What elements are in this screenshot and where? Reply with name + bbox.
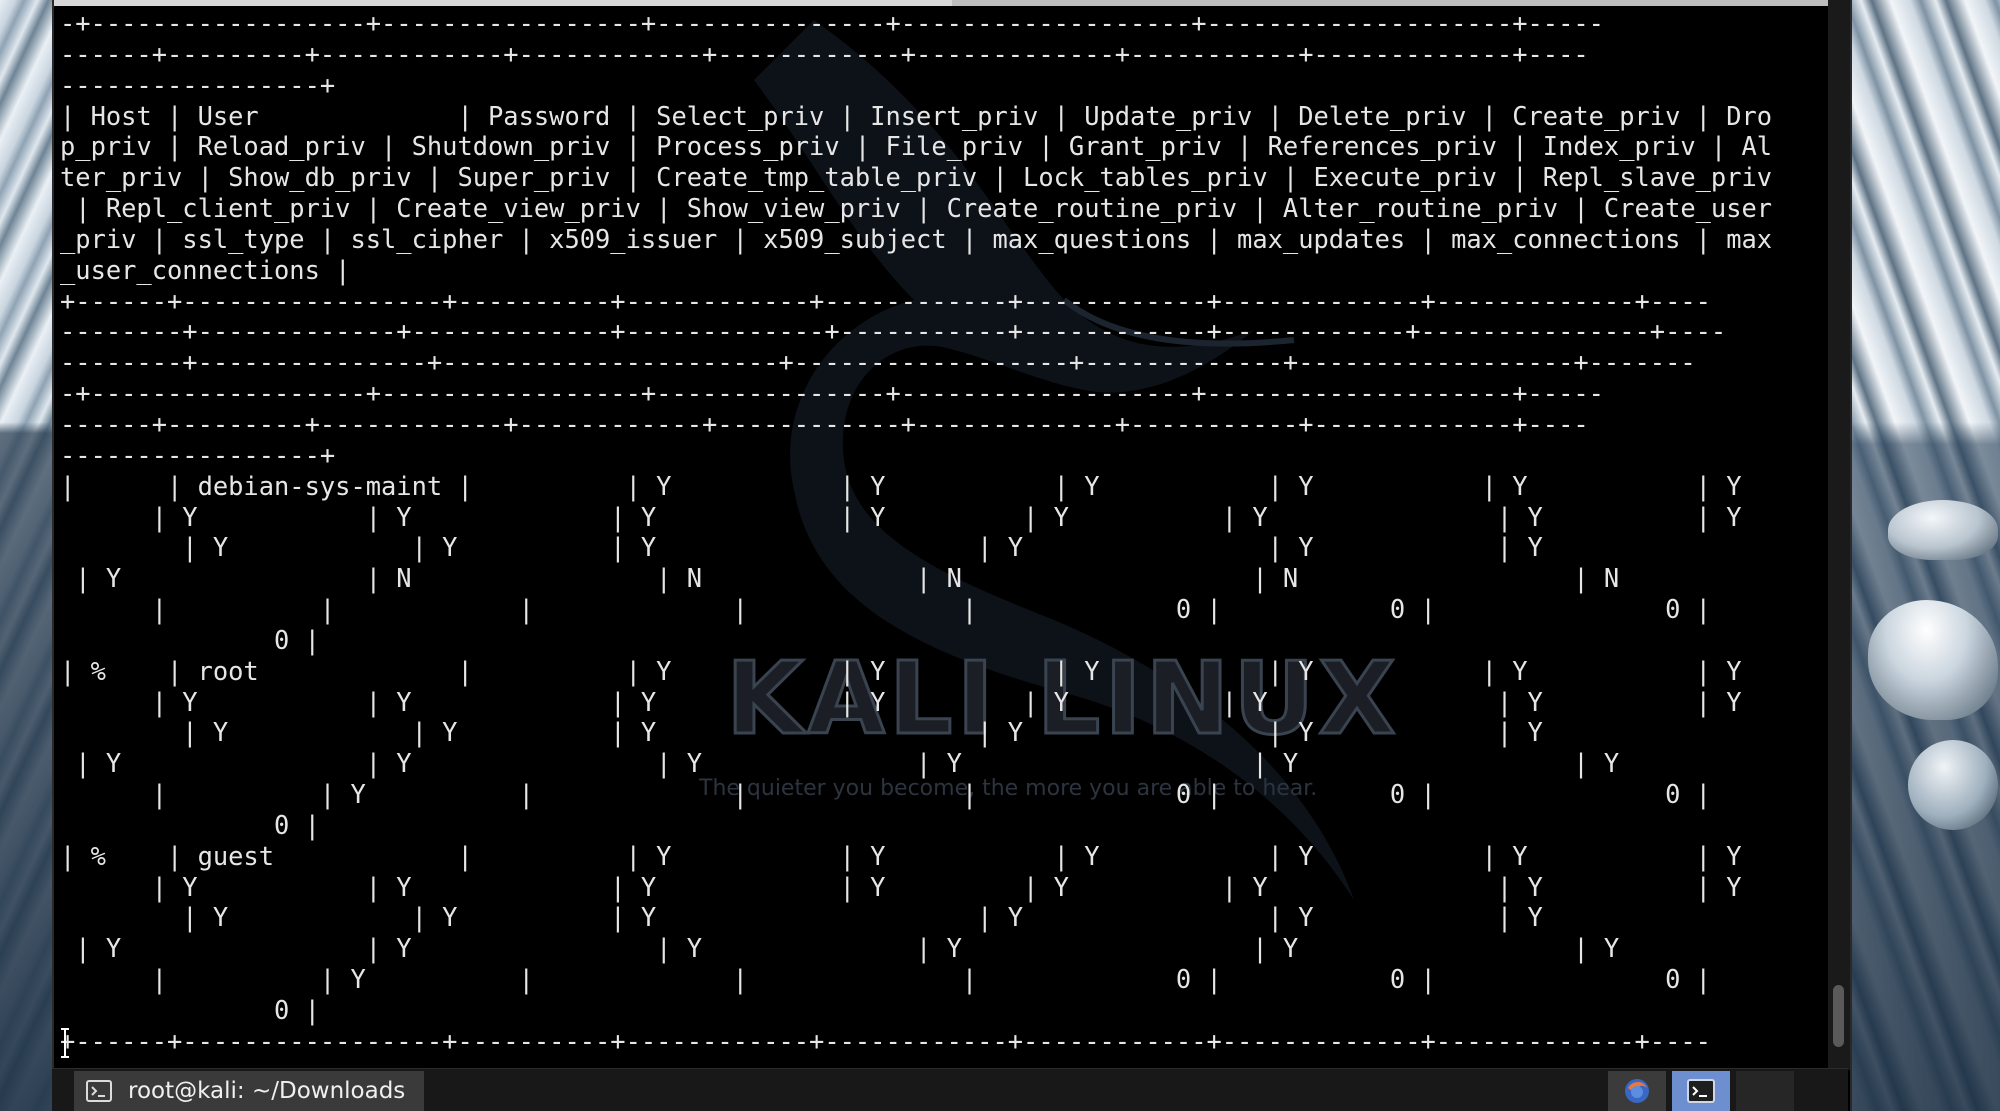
tray-empty-slot bbox=[1736, 1071, 1794, 1111]
terminal-line: -----------------+ bbox=[60, 439, 336, 470]
desktop-wallpaper-right bbox=[1848, 0, 2000, 1111]
terminal-line: --------+---------------+---------------… bbox=[60, 347, 1696, 378]
terminal-line: | | debian-sys-maint | | Y | Y | Y | Y |… bbox=[60, 470, 1742, 501]
terminal-line: 0 | bbox=[60, 995, 320, 1025]
terminal-line: | Y | Y | Y | Y | Y | Y bbox=[60, 748, 1620, 779]
terminal-line: | Y | Y | Y | Y | Y | Y | Y | Y bbox=[60, 871, 1742, 902]
terminal-line: +------+-----------------+----------+---… bbox=[60, 1025, 1711, 1056]
terminal-line: | Host | User | Password | Select_priv |… bbox=[60, 100, 1773, 131]
desktop: KALI LINUX The quieter you become, the m… bbox=[0, 0, 2000, 1111]
terminal-window[interactable]: KALI LINUX The quieter you become, the m… bbox=[52, 0, 1852, 1111]
terminal-line: | Y | Y | Y | Y | Y | Y | Y | Y bbox=[60, 501, 1742, 532]
browser-launcher[interactable] bbox=[1608, 1071, 1666, 1111]
terminal-line: 0 | bbox=[60, 809, 320, 840]
taskbar: root@kali: ~/Downloads bbox=[52, 1068, 1848, 1111]
terminal-line: --------+-------------+-------------+---… bbox=[60, 316, 1727, 347]
system-tray bbox=[1608, 1071, 1794, 1111]
terminal-line: _user_connections | bbox=[60, 254, 351, 285]
taskbar-window-title: root@kali: ~/Downloads bbox=[128, 1078, 406, 1104]
terminal-line: | Repl_client_priv | Create_view_priv | … bbox=[60, 193, 1773, 224]
terminal-tray-icon bbox=[1687, 1079, 1715, 1103]
terminal-line: -----------------+ bbox=[60, 69, 336, 100]
terminal-line: | | | | | 0 | 0 | 0 | bbox=[60, 594, 1711, 625]
terminal-line: p_priv | Reload_priv | Shutdown_priv | P… bbox=[60, 131, 1773, 162]
terminal-launcher[interactable] bbox=[1672, 1071, 1730, 1111]
terminal-line: -+------------------+-----------------+-… bbox=[60, 378, 1604, 409]
terminal-line: +------+-----------------+----------+---… bbox=[60, 285, 1711, 316]
taskbar-window-button[interactable]: root@kali: ~/Downloads bbox=[74, 1071, 424, 1111]
desktop-wallpaper-left bbox=[0, 0, 58, 1111]
terminal-scrollbar[interactable] bbox=[1828, 0, 1850, 1070]
terminal-line: | | Y | | | 0 | 0 | 0 | bbox=[60, 964, 1711, 995]
terminal-line: | % | guest | | Y | Y | Y | Y | Y | Y bbox=[60, 840, 1742, 871]
text-cursor-icon bbox=[61, 1028, 69, 1058]
browser-icon bbox=[1625, 1079, 1649, 1103]
terminal-line: | Y | Y | Y | Y | Y | Y bbox=[60, 902, 1543, 933]
terminal-line: | | Y | | | 0 | 0 | 0 | bbox=[60, 779, 1711, 810]
terminal-line: 0 | bbox=[60, 624, 320, 655]
terminal-line: | % | root | | Y | Y | Y | Y | Y | Y bbox=[60, 655, 1742, 686]
terminal-icon bbox=[86, 1080, 112, 1102]
terminal-line: ------+---------+------------+----------… bbox=[60, 38, 1589, 69]
terminal-line: | Y | Y | Y | Y | Y | Y bbox=[60, 933, 1620, 964]
terminal-line: _priv | ssl_type | ssl_cipher | x509_iss… bbox=[60, 223, 1773, 254]
terminal-line: | Y | Y | Y | Y | Y | Y | Y | Y bbox=[60, 686, 1742, 717]
terminal-line: ter_priv | Show_db_priv | Super_priv | C… bbox=[60, 162, 1773, 193]
terminal-line: | Y | Y | Y | Y | Y | Y bbox=[60, 532, 1543, 563]
terminal-line: ------+---------+------------+----------… bbox=[60, 408, 1589, 439]
terminal-line: | Y | N | N | N | N | N bbox=[60, 563, 1620, 594]
terminal-line: -+------------------+-----------------+-… bbox=[60, 8, 1604, 38]
terminal-line: | Y | Y | Y | Y | Y | Y bbox=[60, 717, 1543, 748]
scrollbar-thumb[interactable] bbox=[1833, 985, 1844, 1047]
terminal-output[interactable]: -+------------------+-----------------+-… bbox=[60, 8, 1772, 1057]
window-top-edge bbox=[54, 0, 1850, 6]
